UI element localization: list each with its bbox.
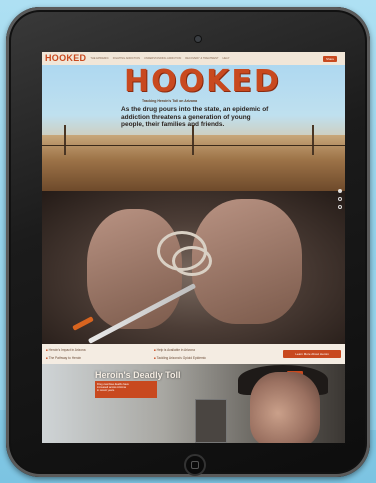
fence-post [192,125,194,155]
hands-syringe-photo [42,191,345,344]
home-button-icon[interactable] [184,454,206,476]
nav-link-fighting[interactable]: Fighting Addiction [113,57,140,60]
person-shape [250,372,320,443]
fence-post [64,125,66,155]
quick-link[interactable]: Tackling Arizona's Opioid Epidemic [154,356,256,360]
nav-link-help[interactable]: Help [223,57,230,60]
feature-card-line: in recent years. [97,389,115,393]
quick-links-bar: Heroin's Impact in Arizona The Pathway t… [42,344,345,364]
feature-card[interactable]: Drug overdose deaths have increased acro… [95,381,157,398]
ipad-screen: HOOKED The Epidemic Fighting Addiction U… [42,52,345,443]
camera-icon [195,36,201,42]
slide-dot[interactable] [338,197,342,201]
hero-title: HOOKED [124,64,281,99]
left-hand-shape [87,209,182,329]
slide-dots [338,189,342,209]
feature-section: Heroin's Deadly Toll Drug overdose death… [42,364,345,443]
feature-title: Heroin's Deadly Toll [95,370,181,380]
quick-link[interactable]: The Pathway to Heroin [46,356,154,360]
nav-link-epidemic[interactable]: The Epidemic [90,57,108,60]
barbed-wire [42,145,345,146]
slide-dot[interactable] [338,189,342,193]
nav-link-recovery[interactable]: Recovery & Treatment [185,57,218,60]
quick-link[interactable]: Heroin's Impact in Arizona [46,348,154,352]
syringe-cap-shape [72,316,94,331]
hero-intro: As the drug pours into the state, an epi… [121,106,269,128]
share-button[interactable]: Share [322,55,337,62]
tourniquet-shape [172,246,212,276]
hero-tagline: Tracking Heroin's Toll on Arizona [142,99,198,103]
nav-link-understanding[interactable]: Understanding Addiction [144,57,181,60]
hero-section: HOOKED Tracking Heroin's Toll on Arizona… [42,65,345,191]
learn-more-button[interactable]: Learn More About Heroin [283,350,341,358]
quick-link[interactable]: Help is Available in Arizona [154,348,256,352]
machine-shape [195,399,227,443]
fence-post [312,125,314,155]
site-logo[interactable]: HOOKED [45,54,86,63]
slide-dot[interactable] [338,205,342,209]
